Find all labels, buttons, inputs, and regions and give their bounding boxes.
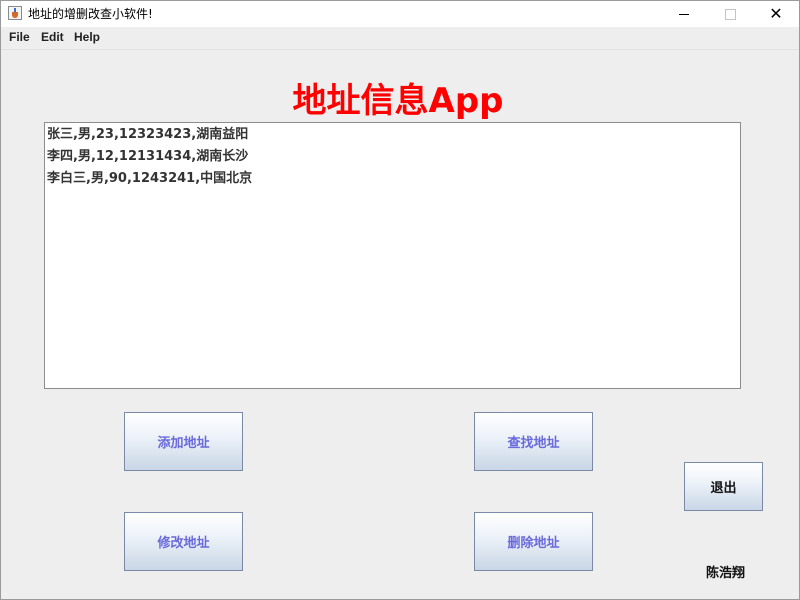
delete-address-button[interactable]: 删除地址 — [474, 512, 593, 571]
list-item: 张三,男,23,12323423,湖南益阳 — [47, 127, 249, 142]
menu-help[interactable]: Help — [74, 30, 100, 44]
menu-bar: File Edit Help — [1, 27, 799, 50]
close-icon: ✕ — [769, 4, 783, 23]
maximize-button[interactable] — [707, 1, 753, 27]
app-window: 地址的增删改查小软件! ✕ File Edit Help 地址信息App 张三,… — [0, 0, 800, 600]
title-bar: 地址的增删改查小软件! ✕ — [1, 1, 799, 27]
edit-address-button[interactable]: 修改地址 — [124, 512, 243, 571]
menu-edit[interactable]: Edit — [41, 30, 64, 44]
minimize-button[interactable] — [661, 1, 707, 27]
window-title: 地址的增删改查小软件! — [28, 7, 153, 21]
close-button[interactable]: ✕ — [753, 1, 799, 27]
menu-file[interactable]: File — [9, 30, 30, 44]
maximize-icon — [724, 8, 736, 20]
address-list-textarea[interactable]: 张三,男,23,12323423,湖南益阳 李四,男,12,12131434,湖… — [44, 122, 741, 389]
find-address-button[interactable]: 查找地址 — [474, 412, 593, 471]
page-title: 地址信息App — [292, 81, 504, 121]
exit-button[interactable]: 退出 — [684, 462, 763, 511]
java-cup-icon — [8, 6, 22, 20]
minimize-icon — [679, 13, 689, 15]
author-label: 陈浩翔 — [706, 566, 746, 581]
add-address-button[interactable]: 添加地址 — [124, 412, 243, 471]
list-item: 李四,男,12,12131434,湖南长沙 — [47, 149, 249, 164]
list-item: 李白三,男,90,1243241,中国北京 — [47, 171, 253, 186]
